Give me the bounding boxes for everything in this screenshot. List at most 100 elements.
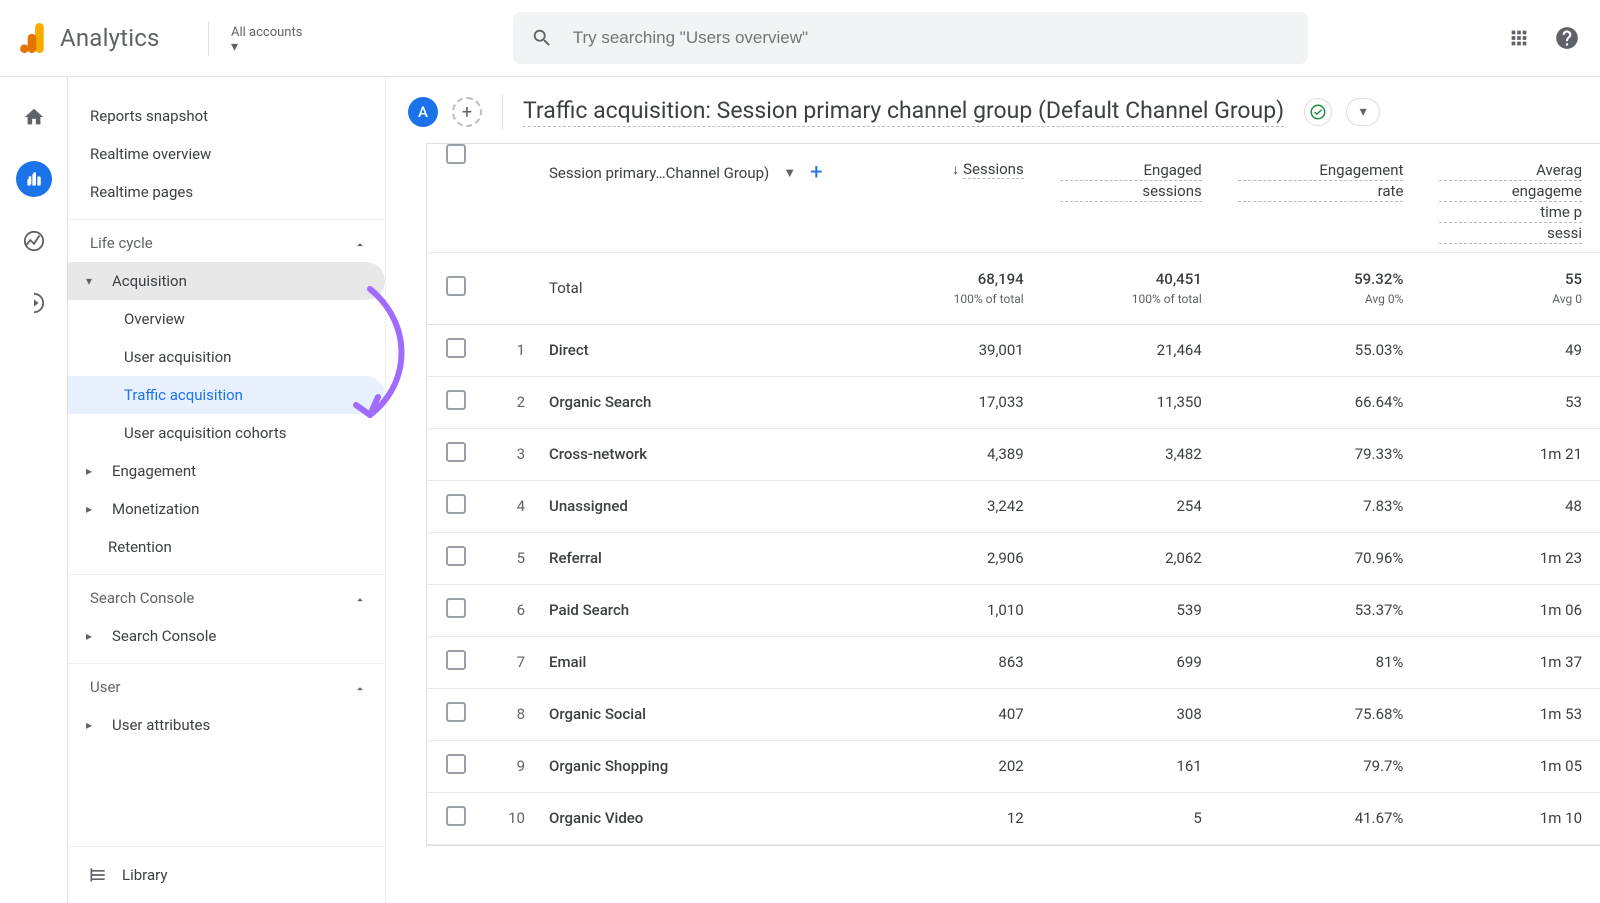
main-area: A + Traffic acquisition: Session primary… [386, 77, 1600, 903]
search-input[interactable] [571, 27, 1290, 49]
nav-acquisition[interactable]: ▾ Acquisition [68, 262, 385, 300]
nav-traffic-acquisition[interactable]: Traffic acquisition [68, 376, 385, 414]
nav-section-search-console[interactable]: Search Console [68, 574, 385, 617]
rail-reports[interactable] [16, 161, 52, 197]
nav-monetization[interactable]: ▸Monetization [68, 490, 385, 528]
row-index: 9 [485, 740, 531, 792]
table-row[interactable]: 2Organic Search17,03311,35066.64%53 [427, 376, 1600, 428]
table-row[interactable]: 4Unassigned3,2422547.83%48 [427, 480, 1600, 532]
row-engaged: 254 [1042, 480, 1220, 532]
row-checkbox[interactable] [446, 442, 466, 462]
nav-section-life-cycle[interactable]: Life cycle [68, 219, 385, 262]
row-checkbox[interactable] [446, 390, 466, 410]
account-switcher[interactable]: All accounts ▾ [221, 21, 312, 56]
row-index: 8 [485, 688, 531, 740]
row-engaged: 161 [1042, 740, 1220, 792]
add-comparison-button[interactable]: + [452, 97, 482, 127]
row-checkbox[interactable] [446, 650, 466, 670]
dimension-header[interactable]: Session primary…Channel Group) [549, 164, 769, 182]
rail-home[interactable] [16, 99, 52, 135]
table-row[interactable]: 9Organic Shopping20216179.7%1m 05 [427, 740, 1600, 792]
nav-user-acquisition[interactable]: User acquisition [68, 338, 385, 376]
library-icon [88, 865, 108, 885]
row-rate: 41.67% [1220, 792, 1422, 844]
row-index: 1 [485, 324, 531, 376]
row-sessions: 1,010 [861, 584, 1042, 636]
row-checkbox[interactable] [446, 494, 466, 514]
row-checkbox[interactable] [446, 806, 466, 826]
table-row[interactable]: 5Referral2,9062,06270.96%1m 23 [427, 532, 1600, 584]
nav-search-console[interactable]: ▸Search Console [68, 617, 385, 655]
row-engaged: 11,350 [1042, 376, 1220, 428]
table-row[interactable]: 7Email86369981%1m 37 [427, 636, 1600, 688]
search-bar[interactable] [513, 12, 1308, 64]
table-row[interactable]: 1Direct39,00121,46455.03%49 [427, 324, 1600, 376]
row-sessions: 12 [861, 792, 1042, 844]
row-rate: 55.03% [1220, 324, 1422, 376]
select-all-checkbox[interactable] [446, 144, 466, 164]
col-engaged-sessions[interactable]: Engagedsessions [1042, 144, 1220, 252]
row-dimension: Paid Search [531, 584, 861, 636]
caret-right-icon: ▸ [86, 464, 100, 478]
table-row[interactable]: 10Organic Video12541.67%1m 10 [427, 792, 1600, 844]
nav-section-user[interactable]: User [68, 663, 385, 706]
table-row[interactable]: 8Organic Social40730875.68%1m 53 [427, 688, 1600, 740]
add-dimension-button[interactable]: + [810, 160, 822, 185]
row-engaged: 539 [1042, 584, 1220, 636]
header-dropdown[interactable]: ▾ [1346, 98, 1380, 126]
row-checkbox[interactable] [446, 702, 466, 722]
nav-engagement[interactable]: ▸Engagement [68, 452, 385, 490]
col-engagement-rate[interactable]: Engagementrate [1220, 144, 1422, 252]
row-avg: 1m 21 [1421, 428, 1600, 480]
rail-advertising[interactable] [16, 285, 52, 321]
row-checkbox[interactable] [446, 338, 466, 358]
chevron-down-icon: ▾ [231, 42, 238, 52]
dimension-dropdown-icon[interactable]: ▼ [783, 165, 796, 181]
row-checkbox[interactable] [446, 598, 466, 618]
nav-user-attributes[interactable]: ▸User attributes [68, 706, 385, 744]
total-engaged: 40,451100% of total [1042, 252, 1220, 324]
table-row[interactable]: 3Cross-network4,3893,48279.33%1m 21 [427, 428, 1600, 480]
status-verified-icon[interactable] [1304, 98, 1332, 126]
row-rate: 7.83% [1220, 480, 1422, 532]
nav-acq-overview[interactable]: Overview [68, 300, 385, 338]
nav-retention[interactable]: Retention [68, 528, 385, 566]
comparison-chip-a[interactable]: A [408, 97, 438, 127]
row-index: 10 [485, 792, 531, 844]
help-icon[interactable] [1554, 25, 1580, 51]
col-avg-engagement[interactable]: Averagengagemetime psessi [1421, 144, 1600, 252]
row-avg: 49 [1421, 324, 1600, 376]
col-sessions[interactable]: ↓Sessions [861, 144, 1042, 252]
row-dimension: Referral [531, 532, 861, 584]
apps-grid-icon[interactable] [1508, 27, 1530, 49]
nav-reports-snapshot[interactable]: Reports snapshot [68, 97, 385, 135]
row-index: 2 [485, 376, 531, 428]
row-sessions: 3,242 [861, 480, 1042, 532]
row-checkbox[interactable] [446, 276, 466, 296]
row-sessions: 4,389 [861, 428, 1042, 480]
row-sessions: 17,033 [861, 376, 1042, 428]
caret-down-icon: ▾ [86, 274, 100, 288]
nav-realtime-pages[interactable]: Realtime pages [68, 173, 385, 211]
row-engaged: 2,062 [1042, 532, 1220, 584]
row-engaged: 3,482 [1042, 428, 1220, 480]
row-engaged: 308 [1042, 688, 1220, 740]
total-label: Total [531, 252, 861, 324]
nav-user-acq-cohorts[interactable]: User acquisition cohorts [68, 414, 385, 452]
total-row: Total 68,194100% of total 40,451100% of … [427, 252, 1600, 324]
total-sessions: 68,194100% of total [861, 252, 1042, 324]
nav-library[interactable]: Library [68, 846, 385, 903]
rail-explore[interactable] [16, 223, 52, 259]
nav-realtime-overview[interactable]: Realtime overview [68, 135, 385, 173]
row-rate: 70.96% [1220, 532, 1422, 584]
row-checkbox[interactable] [446, 754, 466, 774]
row-engaged: 699 [1042, 636, 1220, 688]
table-row[interactable]: 6Paid Search1,01053953.37%1m 06 [427, 584, 1600, 636]
row-avg: 1m 05 [1421, 740, 1600, 792]
row-index: 3 [485, 428, 531, 480]
sort-desc-icon: ↓ [952, 162, 959, 178]
row-rate: 75.68% [1220, 688, 1422, 740]
row-checkbox[interactable] [446, 546, 466, 566]
row-sessions: 407 [861, 688, 1042, 740]
row-dimension: Direct [531, 324, 861, 376]
